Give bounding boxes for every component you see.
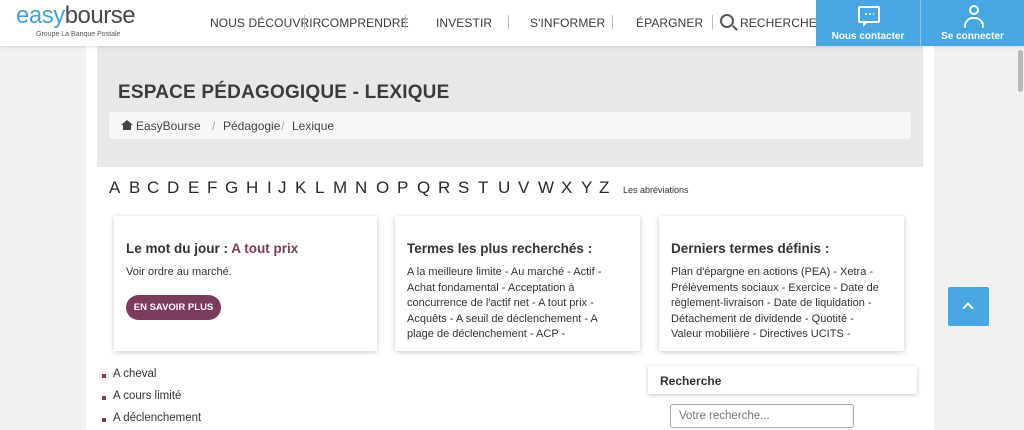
letter-link[interactable]: P — [397, 178, 408, 198]
easybourse-logo[interactable]: easybourse Groupe La Banque Postale — [16, 2, 136, 39]
nav-rechercher[interactable]: RECHERCHER — [740, 16, 826, 30]
nav-separator — [304, 15, 305, 29]
breadcrumb-separator: / — [212, 119, 216, 133]
contact-button[interactable]: Nous contacter — [816, 0, 920, 46]
user-icon-head — [969, 5, 979, 15]
breadcrumb-pedagogie[interactable]: Pédagogie — [223, 119, 280, 133]
bullet-icon — [102, 396, 106, 400]
breadcrumb-separator: / — [281, 119, 285, 133]
term-link[interactable]: A cours limité — [113, 390, 181, 402]
letter-link[interactable]: E — [188, 178, 199, 198]
letter-link[interactable]: J — [278, 178, 287, 198]
letter-link[interactable]: N — [355, 178, 367, 198]
letter-link[interactable]: L — [315, 178, 324, 198]
contact-button-label: Nous contacter — [831, 31, 905, 42]
page-scrollbar[interactable] — [1018, 50, 1023, 92]
term-link[interactable]: A cheval — [113, 368, 156, 380]
bullet-icon — [102, 374, 106, 378]
logo-wordmark: easybourse — [16, 2, 136, 29]
nav-separator — [508, 15, 509, 29]
scroll-to-top-button[interactable] — [948, 287, 989, 326]
most-searched-card: Termes les plus recherchés : A la meille… — [395, 216, 640, 351]
nav-investir[interactable]: INVESTIR — [436, 16, 492, 30]
most-searched-title: Termes les plus recherchés : — [407, 241, 593, 256]
letter-link[interactable]: W — [538, 178, 554, 198]
search-panel-title: Recherche — [660, 374, 722, 388]
letter-link[interactable]: V — [518, 178, 529, 198]
last-defined-title: Derniers termes définis : — [671, 241, 830, 256]
letter-link[interactable]: K — [295, 178, 306, 198]
login-button-label: Se connecter — [941, 31, 1004, 42]
letter-link[interactable]: C — [147, 178, 159, 198]
letter-link[interactable]: S — [458, 178, 469, 198]
letter-link[interactable]: H — [246, 178, 258, 198]
search-icon[interactable] — [720, 14, 734, 28]
letter-link[interactable]: F — [207, 178, 217, 198]
user-icon — [963, 5, 985, 29]
page-title: ESPACE PÉDAGOGIQUE - LEXIQUE — [118, 82, 450, 103]
lexicon-search-input[interactable] — [670, 404, 854, 428]
word-of-the-day-card: Le mot du jour : A tout prix Voir ordre … — [114, 216, 377, 351]
bullet-icon — [102, 418, 106, 422]
nav-separator — [405, 15, 406, 29]
nav-comprendre[interactable]: COMPRENDRE — [321, 16, 409, 30]
word-of-the-day-text: Voir ordre au marché. — [126, 266, 232, 278]
chat-dots — [864, 13, 874, 15]
letter-link[interactable]: X — [561, 178, 572, 198]
breadcrumb-lexique: Lexique — [292, 119, 335, 133]
word-of-the-day-title: Le mot du jour : A tout prix — [126, 241, 298, 256]
logo-tagline: Groupe La Banque Postale — [36, 31, 121, 38]
user-icon-body — [964, 17, 984, 28]
letter-link[interactable]: R — [438, 178, 450, 198]
most-searched-terms[interactable]: A la meilleure limite - Au marché - Acti… — [407, 265, 622, 343]
main-content: ESPACE PÉDAGOGIQUE - LEXIQUE EasyBourse … — [86, 46, 934, 430]
last-defined-card: Derniers termes définis : Plan d'épargne… — [659, 216, 904, 351]
letter-link[interactable]: Z — [599, 178, 609, 198]
letter-link[interactable]: O — [376, 178, 389, 198]
letter-link[interactable]: D — [167, 178, 179, 198]
letter-link[interactable]: T — [478, 178, 488, 198]
nav-epargner[interactable]: ÉPARGNER — [636, 16, 703, 30]
nav-separator — [712, 15, 713, 29]
nav-s-informer[interactable]: S'INFORMER — [530, 16, 605, 30]
login-button[interactable]: Se connecter — [920, 0, 1024, 46]
term-link[interactable]: A déclenchement — [113, 412, 201, 424]
breadcrumb-easybourse[interactable]: EasyBourse — [136, 119, 201, 133]
search-panel: Recherche — [648, 366, 917, 394]
chat-icon — [858, 6, 880, 27]
letter-link[interactable]: M — [333, 178, 347, 198]
word-of-the-day-term[interactable]: A tout prix — [231, 241, 298, 256]
letter-link[interactable]: G — [225, 178, 238, 198]
site-header: easybourse Groupe La Banque Postale NOUS… — [0, 0, 1024, 46]
word-of-the-day-prefix: Le mot du jour : — [126, 241, 232, 256]
last-defined-terms[interactable]: Plan d'épargne en actions (PEA) - Xetra … — [671, 265, 886, 343]
letter-link[interactable]: U — [498, 178, 510, 198]
letter-link[interactable]: Y — [581, 178, 592, 198]
home-icon[interactable] — [121, 120, 133, 130]
letter-link[interactable]: A — [109, 178, 120, 198]
letter-link[interactable]: B — [129, 178, 140, 198]
learn-more-button[interactable]: EN SAVOIR PLUS — [126, 295, 221, 320]
letter-link[interactable]: Q — [417, 178, 430, 198]
abbreviations-link[interactable]: Les abréviations — [623, 185, 689, 195]
breadcrumb: EasyBourse / Pédagogie / Lexique — [109, 112, 911, 139]
letter-link[interactable]: I — [267, 178, 272, 198]
nav-separator — [612, 15, 613, 29]
page-banner: ESPACE PÉDAGOGIQUE - LEXIQUE EasyBourse … — [97, 46, 923, 167]
